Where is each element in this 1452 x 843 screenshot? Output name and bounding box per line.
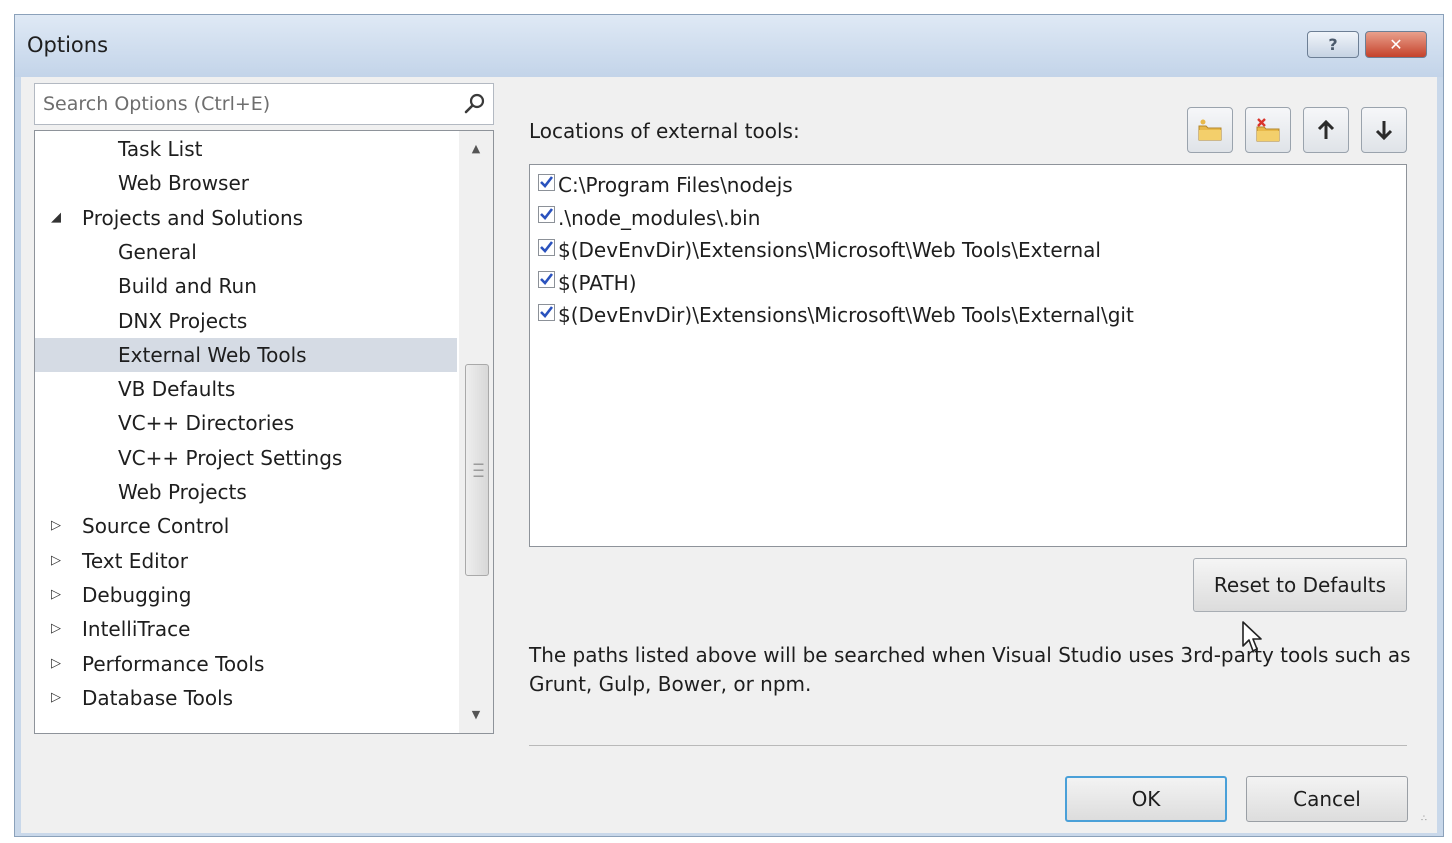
tree-item[interactable]: ▷ IntelliTrace <box>35 612 457 646</box>
path-text: .\node_modules\.bin <box>558 205 761 230</box>
path-text: $(DevEnvDir)\Extensions\Microsoft\Web To… <box>558 238 1101 262</box>
options-dialog: Options ? ✕ Task List Web Browser ◢ Project… <box>14 14 1444 837</box>
path-text: C:\Program Files\nodejs <box>558 173 793 197</box>
tree-scrollbar[interactable]: ▲ — — — ▼ <box>459 131 493 733</box>
checkmark-icon <box>540 208 554 220</box>
path-checkbox[interactable] <box>538 206 555 223</box>
tree-item-label: Source Control <box>82 514 230 539</box>
tree-item[interactable]: ▷ Database Tools <box>35 681 457 715</box>
tree-item-label: Debugging <box>82 582 192 607</box>
tree-item-label: Task List <box>118 137 203 161</box>
move-up-button[interactable] <box>1303 107 1349 153</box>
tree-item-label: IntelliTrace <box>82 617 191 642</box>
arrow-up-icon <box>1317 119 1335 139</box>
path-text: $(DevEnvDir)\Extensions\Microsoft\Web To… <box>558 303 1134 327</box>
path-checkbox[interactable] <box>538 303 555 321</box>
tree-item-label: VC++ Directories <box>118 411 295 436</box>
locations-list[interactable]: C:\Program Files\nodejs .\node_modules\.b… <box>529 164 1407 652</box>
checkmark-icon <box>540 305 554 318</box>
scroll-up-arrow-icon[interactable]: ▲ <box>459 135 493 163</box>
scroll-grip-icon: — — — <box>473 457 484 482</box>
tree-item[interactable]: DNX Projects <box>35 304 457 338</box>
close-button[interactable]: ✕ <box>1365 31 1427 58</box>
collapsed-arrow-icon[interactable]: ▷ <box>51 509 65 543</box>
arrow-down-icon <box>1375 121 1393 141</box>
collapsed-arrow-icon[interactable]: ▷ <box>51 544 65 578</box>
title-bar[interactable]: Options ? ✕ <box>15 15 1443 77</box>
tree-item-label: VC++ Project Settings <box>118 445 343 470</box>
delete-folder-button[interactable] <box>1245 107 1291 153</box>
search-box[interactable] <box>34 83 494 125</box>
checkmark-icon <box>540 240 554 253</box>
expanded-arrow-icon[interactable]: ◢ <box>51 201 65 235</box>
tree-item-label: DNX Projects <box>118 308 248 333</box>
help-button[interactable]: ? <box>1307 31 1359 58</box>
tree-item[interactable]: VC++ Directories <box>35 406 457 440</box>
tree-item-label: External Web Tools <box>118 342 307 367</box>
tree-item-label: Web Projects <box>118 480 247 504</box>
checkmark-icon <box>540 273 554 285</box>
locations-label: Locations of external tools: <box>529 119 800 143</box>
separator <box>529 745 1407 746</box>
path-checkbox[interactable] <box>538 238 555 256</box>
tree-item-label: Web Browser <box>118 171 250 196</box>
reset-to-defaults-button[interactable]: Reset to Defaults <box>1193 558 1407 612</box>
description-text: The paths listed above will be searched … <box>529 643 1411 696</box>
window-title: Options <box>27 33 109 57</box>
search-input[interactable] <box>35 84 461 124</box>
tree-item[interactable]: Task List <box>35 132 457 166</box>
tree-item-label: Performance Tools <box>82 651 265 676</box>
path-checkbox[interactable] <box>538 271 555 288</box>
list-item[interactable]: $(DevEnvDir)\Extensions\Microsoft\Web To… <box>538 299 1134 331</box>
list-item[interactable]: C:\Program Files\nodejs <box>538 169 793 201</box>
tree-item[interactable]: ▷ Source Control <box>35 509 457 543</box>
new-folder-button[interactable] <box>1187 107 1233 153</box>
collapsed-arrow-icon[interactable]: ▷ <box>51 612 65 646</box>
collapsed-arrow-icon[interactable]: ▷ <box>51 647 65 681</box>
tree-item[interactable]: VC++ Project Settings <box>35 441 457 475</box>
tree-item-label: Projects and Solutions <box>82 205 304 230</box>
move-down-button[interactable] <box>1361 107 1407 153</box>
delete-folder-icon <box>1256 118 1280 142</box>
tree-item[interactable]: ▷ Performance Tools <box>35 647 457 681</box>
path-text: $(PATH) <box>558 270 637 295</box>
dialog-body: Task List Web Browser ◢ Projects and Soluti… <box>21 77 1437 833</box>
list-item[interactable]: .\node_modules\.bin <box>538 202 760 234</box>
tree-item[interactable]: ▷ Debugging <box>35 578 457 612</box>
help-icon: ? <box>1328 35 1338 54</box>
resize-grip-icon[interactable]: ∴ <box>1421 815 1435 831</box>
tree-item-label: Database Tools <box>82 685 234 710</box>
tree-item[interactable]: Web Projects <box>35 475 457 509</box>
tree-item-label: Text Editor <box>82 548 188 573</box>
scroll-thumb[interactable]: — — — <box>465 364 489 576</box>
collapsed-arrow-icon[interactable]: ▷ <box>51 681 65 715</box>
tree-item-label: Build and Run <box>118 274 257 299</box>
collapsed-arrow-icon[interactable]: ▷ <box>51 578 65 612</box>
list-item[interactable]: $(DevEnvDir)\Extensions\Microsoft\Web To… <box>538 234 1101 266</box>
tree-item[interactable]: ◢ Projects and Solutions <box>35 201 457 235</box>
tree-item[interactable]: Build and Run <box>35 269 457 303</box>
list-item[interactable]: $(PATH) <box>538 267 637 299</box>
options-tree[interactable]: Task List Web Browser ◢ Projects and Soluti… <box>34 130 494 734</box>
path-checkbox[interactable] <box>538 173 555 191</box>
close-icon: ✕ <box>1389 35 1403 54</box>
tree-item[interactable]: Web Browser <box>35 166 457 200</box>
tree-item[interactable]: External Web Tools <box>35 337 457 372</box>
tree-item-label: General <box>118 239 197 264</box>
tree-item-label: VB Defaults <box>118 377 236 402</box>
scroll-down-arrow-icon[interactable]: ▼ <box>459 701 493 729</box>
ok-button[interactable]: OK <box>1065 776 1227 822</box>
new-folder-icon <box>1198 119 1222 141</box>
search-icon <box>464 93 485 114</box>
tree-item[interactable]: VB Defaults <box>35 372 457 406</box>
tree-item[interactable]: ▷ Text Editor <box>35 544 457 578</box>
checkmark-icon <box>540 175 554 188</box>
cancel-button[interactable]: Cancel <box>1246 776 1408 822</box>
tree-item[interactable]: General <box>35 235 457 269</box>
